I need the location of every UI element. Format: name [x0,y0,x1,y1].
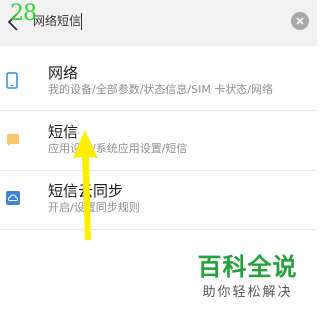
cloud-sync-icon [6,191,20,205]
result-subtitle: 我的设备/全部参数/状态信息/SIM 卡状态/网络 [48,83,274,96]
result-title: 网络 [48,64,79,82]
result-item-sms-cloud-sync[interactable]: 短信云同步 开启/设置同步规则 [0,175,317,233]
divider [0,229,317,230]
result-subtitle: 应用设置/系统应用设置/短信 [48,142,188,155]
step-number-overlay: 28 [10,1,37,26]
watermark-logo: 百科全说 助你轻松解决 [190,253,305,308]
text-cursor [81,13,82,30]
divider [0,170,317,171]
annotation-arrow-icon [73,130,98,240]
watermark-title: 百科全说 [197,253,298,281]
phone-icon [6,72,18,89]
clear-search-icon[interactable] [291,12,309,30]
result-item-sms[interactable]: 短信 应用设置/系统应用设置/短信 [0,116,317,174]
message-icon [7,134,19,146]
search-bar: 网络短信 28 [0,0,317,46]
divider [0,110,317,111]
search-input[interactable]: 网络短信 [33,12,81,30]
watermark-subtitle: 助你轻松解决 [202,285,293,300]
result-item-network[interactable]: 网络 我的设备/全部参数/状态信息/SIM 卡状态/网络 [0,56,317,114]
